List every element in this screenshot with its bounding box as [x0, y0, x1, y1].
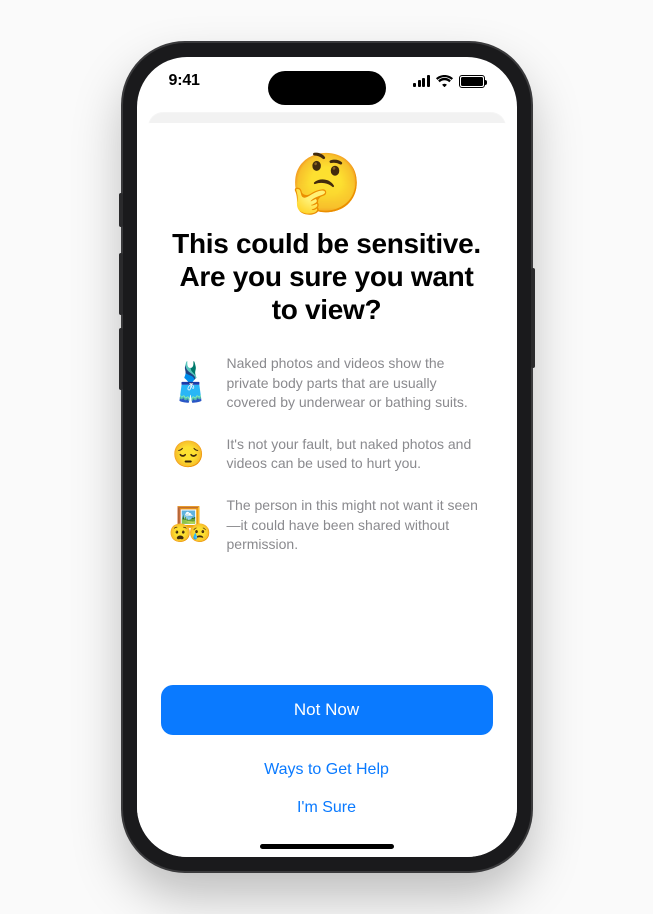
- sensitive-content-sheet: 🤔 This could be sensitive.Are you sure y…: [137, 123, 517, 857]
- button-label: Not Now: [294, 700, 359, 720]
- list-item: 🖼️ 😧😢 The person in this might not want …: [169, 496, 489, 555]
- side-button: [531, 268, 535, 368]
- bullet-text: Naked photos and videos show the private…: [227, 354, 489, 413]
- volume-up-button: [119, 253, 123, 315]
- not-now-button[interactable]: Not Now: [161, 685, 493, 735]
- bullet-text: It's not your fault, but naked photos an…: [227, 435, 489, 474]
- status-time: 9:41: [169, 72, 200, 90]
- battery-icon: [459, 75, 485, 88]
- bullet-list: 🩱🩳 Naked photos and videos show the priv…: [161, 354, 493, 555]
- thinking-face-icon: 🤔: [161, 155, 493, 213]
- ways-to-get-help-link[interactable]: Ways to Get Help: [161, 751, 493, 789]
- swimsuit-icon: 🩱🩳: [169, 363, 209, 403]
- home-indicator[interactable]: [260, 844, 394, 849]
- photo-reaction-icon: 🖼️ 😧😢: [169, 508, 209, 542]
- volume-down-button: [119, 328, 123, 390]
- im-sure-link[interactable]: I'm Sure: [161, 789, 493, 827]
- iphone-frame: 9:41 🤔 This could be sensitive.Are you s…: [123, 43, 531, 871]
- status-icons: [413, 75, 485, 88]
- dynamic-island: [268, 71, 386, 105]
- screen: 9:41 🤔 This could be sensitive.Are you s…: [137, 57, 517, 857]
- list-item: 😔 It's not your fault, but naked photos …: [169, 435, 489, 474]
- sheet-title: This could be sensitive.Are you sure you…: [161, 227, 493, 326]
- cellular-icon: [413, 75, 430, 87]
- bullet-text: The person in this might not want it see…: [227, 496, 489, 555]
- list-item: 🩱🩳 Naked photos and videos show the priv…: [169, 354, 489, 413]
- wifi-icon: [436, 75, 453, 87]
- mute-switch: [119, 193, 123, 227]
- pensive-face-icon: 😔: [169, 441, 209, 467]
